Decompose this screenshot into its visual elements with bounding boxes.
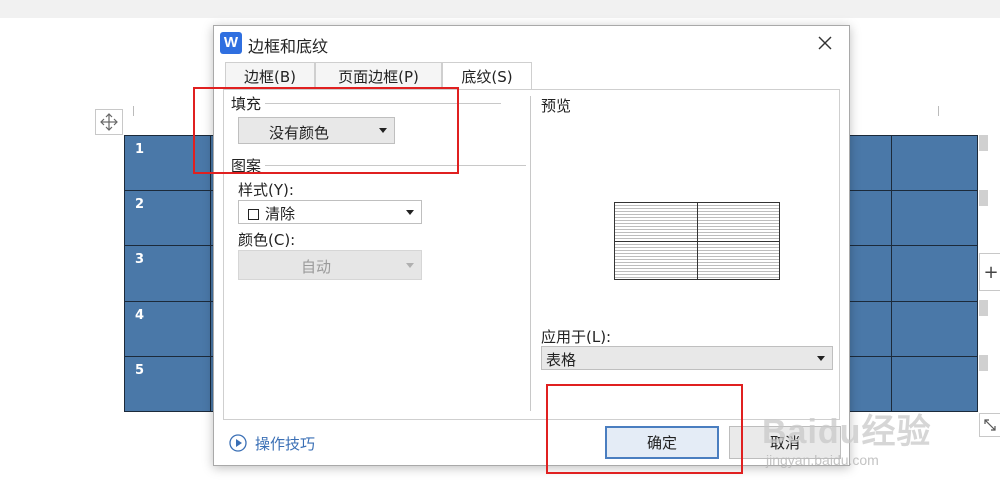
document-toolbar-strip <box>0 0 1000 18</box>
add-row-button[interactable]: + <box>979 253 1000 291</box>
apply-to-value: 表格 <box>546 351 577 369</box>
table-cell[interactable] <box>847 190 892 247</box>
pattern-style-value: 清除 <box>265 205 296 223</box>
preview-cell <box>697 203 779 241</box>
tips-link-label: 操作技巧 <box>255 434 316 453</box>
wps-logo-icon: W <box>220 32 242 54</box>
pattern-color-dropdown[interactable]: 自动 <box>238 250 422 280</box>
table-cell[interactable]: 3 <box>124 245 211 302</box>
apply-to-label: 应用于(L): <box>541 328 612 346</box>
chevron-down-icon <box>406 263 414 268</box>
annotation-highlight <box>546 384 743 474</box>
dialog-title: 边框和底纹 <box>248 37 329 56</box>
row-select-mark[interactable] <box>979 190 988 206</box>
pattern-color-value: 自动 <box>301 258 332 276</box>
empty-square-icon <box>248 209 259 220</box>
preview-label: 预览 <box>541 97 572 115</box>
page-corner-mark <box>938 106 948 116</box>
dialog-tabs: 边框(B) 页面边框(P) 底纹(S) <box>214 62 849 90</box>
row-select-mark[interactable] <box>979 300 988 316</box>
tips-link[interactable]: 操作技巧 <box>229 432 315 454</box>
chevron-down-icon <box>406 210 414 215</box>
table-cell[interactable] <box>891 190 978 247</box>
tab-shading[interactable]: 底纹(S) <box>442 62 532 90</box>
pattern-style-dropdown[interactable]: 清除 <box>238 200 422 224</box>
move-arrows-icon <box>100 113 118 131</box>
cancel-button[interactable]: 取消 <box>729 426 841 459</box>
page-corner-mark <box>124 106 134 116</box>
table-move-handle[interactable] <box>95 109 123 135</box>
table-cell[interactable] <box>847 134 892 192</box>
preview-cell <box>615 241 697 279</box>
table-cell[interactable]: 5 <box>124 355 211 413</box>
shading-preview <box>614 202 780 280</box>
tab-page-border[interactable]: 页面边框(P) <box>315 62 442 89</box>
table-cell[interactable] <box>847 245 892 302</box>
close-icon <box>818 36 832 50</box>
table-cell[interactable]: 4 <box>124 300 211 357</box>
table-cell[interactable] <box>891 300 978 357</box>
pattern-color-label: 颜色(C): <box>238 231 296 249</box>
table-cell[interactable] <box>847 355 892 413</box>
table-cell[interactable] <box>891 355 978 413</box>
table-cell[interactable] <box>891 245 978 302</box>
chevron-down-icon <box>817 356 825 361</box>
preview-cell <box>615 203 697 241</box>
apply-to-dropdown[interactable]: 表格 <box>541 346 833 370</box>
table-resize-handle[interactable] <box>979 413 1000 437</box>
annotation-highlight <box>193 87 459 174</box>
close-button[interactable] <box>812 30 838 56</box>
play-circle-icon <box>229 434 247 452</box>
table-cell[interactable] <box>891 134 978 192</box>
preview-cell <box>697 241 779 279</box>
row-select-mark[interactable] <box>979 355 988 371</box>
panel-divider <box>530 96 531 411</box>
dialog-title-bar[interactable]: W 边框和底纹 <box>214 26 849 60</box>
row-select-mark[interactable] <box>979 135 988 151</box>
table-cell[interactable]: 2 <box>124 190 211 247</box>
tab-borders[interactable]: 边框(B) <box>225 62 315 89</box>
table-cell[interactable] <box>847 300 892 357</box>
style-label: 样式(Y): <box>238 181 294 199</box>
resize-diagonal-icon <box>984 419 996 431</box>
